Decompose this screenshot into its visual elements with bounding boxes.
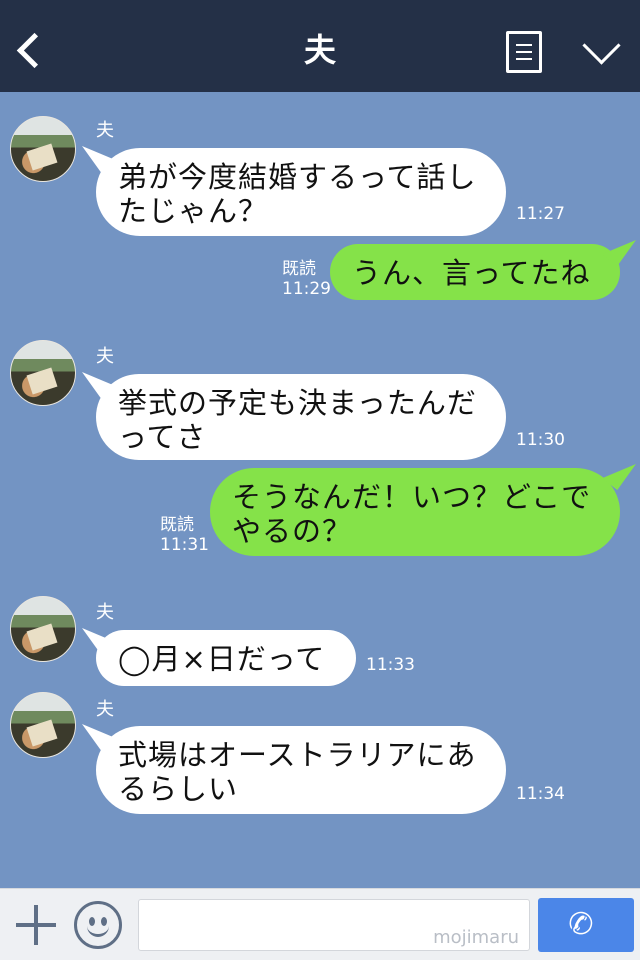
message-input[interactable]: mojimaru [138, 899, 530, 951]
message-time: 11:27 [516, 204, 565, 224]
read-label: 既読 [282, 259, 316, 279]
message-line: 挙式の予定も決まったんだ [118, 386, 477, 420]
message-line: やるの？ [232, 514, 353, 548]
sender-avatar[interactable] [10, 596, 76, 662]
phone-icon: ✆ [565, 905, 597, 944]
message-line: うん、言ってたね [352, 256, 591, 290]
message-bubble-incoming[interactable]: ◯月×日だって [96, 630, 356, 686]
sender-avatar[interactable] [10, 340, 76, 406]
chat-input-bar: mojimaru ✆ [0, 888, 640, 960]
chat-title: 夫 [303, 31, 336, 69]
call-button[interactable]: ✆ [538, 898, 634, 952]
read-label: 既読 [160, 515, 194, 535]
menu-icon[interactable] [506, 31, 542, 73]
back-arrow-icon[interactable] [12, 30, 48, 74]
sender-avatar[interactable] [10, 692, 76, 758]
message-bubble-incoming[interactable]: 弟が今度結婚するって話し たじゃん？ [96, 148, 506, 236]
message-line: たじゃん？ [118, 194, 269, 228]
message-bubble-outgoing[interactable]: うん、言ってたね [330, 244, 620, 300]
message-line: ってさ [118, 420, 207, 454]
message-bubble-incoming[interactable]: 式場はオーストラリアにあ るらしい [96, 726, 506, 814]
sender-name: 夫 [96, 699, 114, 720]
chat-header: 夫 [0, 0, 640, 92]
message-bubble-incoming[interactable]: 挙式の予定も決まったんだ ってさ [96, 374, 506, 460]
sender-name: 夫 [96, 602, 114, 623]
message-time: 11:34 [516, 784, 565, 804]
read-receipt: 既読 11:29 [282, 259, 331, 299]
message-line: 弟が今度結婚するって話し [118, 160, 477, 194]
watermark-text: mojimaru [433, 927, 519, 948]
sender-name: 夫 [96, 346, 114, 367]
sender-avatar[interactable] [10, 116, 76, 182]
message-line: 式場はオーストラリアにあ [118, 738, 477, 772]
sender-name: 夫 [96, 120, 114, 141]
read-receipt: 既読 11:31 [160, 515, 209, 555]
message-time: 11:29 [282, 279, 331, 299]
message-line: ◯月×日だって [118, 642, 326, 676]
emoji-icon[interactable] [74, 901, 122, 949]
message-bubble-outgoing[interactable]: そうなんだ！いつ？どこで やるの？ [210, 468, 620, 556]
message-time: 11:33 [366, 655, 415, 675]
message-time: 11:30 [516, 430, 565, 450]
message-time: 11:31 [160, 535, 209, 555]
plus-icon[interactable] [14, 903, 58, 947]
message-line: るらしい [118, 772, 239, 806]
message-line: そうなんだ！いつ？どこで [232, 480, 592, 514]
chevron-down-icon[interactable] [580, 32, 624, 72]
